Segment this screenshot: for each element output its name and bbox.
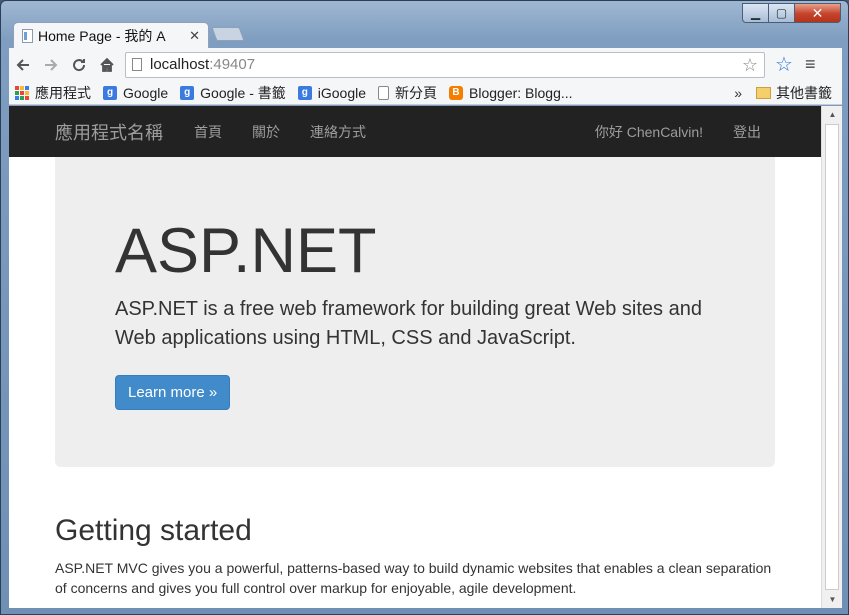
star-icon[interactable]: ☆ xyxy=(775,52,793,77)
page-icon xyxy=(22,28,33,43)
getting-started-text: ASP.NET MVC gives you a powerful, patter… xyxy=(55,560,772,596)
home-icon xyxy=(100,57,114,72)
back-button[interactable] xyxy=(9,51,37,79)
nav-link-about[interactable]: 關於 xyxy=(237,122,295,142)
home-button[interactable] xyxy=(93,51,121,79)
page-viewport: 應用程式名稱 首頁 關於 連絡方式 你好 ChenCalvin! 登出 ASP.… xyxy=(9,106,842,608)
address-bar[interactable]: localhost:49407 ☆ xyxy=(125,51,765,78)
forward-arrow-icon xyxy=(45,58,58,71)
learn-more-button[interactable]: Learn more » xyxy=(115,375,231,410)
page-icon xyxy=(378,85,390,100)
scroll-down-arrow-icon[interactable]: ▼ xyxy=(822,591,842,608)
nav-link-contact[interactable]: 連絡方式 xyxy=(295,122,381,142)
google-icon: g xyxy=(297,85,312,100)
tab-title: Home Page - 我的 A xyxy=(38,27,166,44)
menu-icon[interactable]: ≡ xyxy=(805,54,816,75)
user-greeting-link[interactable]: 你好 ChenCalvin! xyxy=(580,122,718,142)
scroll-up-arrow-icon[interactable]: ▲ xyxy=(822,106,842,123)
other-bookmarks-folder[interactable]: 其他書籤 xyxy=(756,83,832,103)
bookmark-blogger[interactable]: B Blogger: Blogg... xyxy=(449,85,573,101)
site-navbar: 應用程式名稱 首頁 關於 連絡方式 你好 ChenCalvin! 登出 xyxy=(9,106,821,157)
browser-tab[interactable]: Home Page - 我的 A ✕ xyxy=(13,22,209,48)
window-controls: ▁ ▢ ✕ xyxy=(742,3,841,23)
new-tab-button[interactable] xyxy=(211,27,245,41)
getting-started-section: Getting started ASP.NET MVC gives you a … xyxy=(55,514,775,598)
minimize-button[interactable]: ▁ xyxy=(742,3,769,23)
blogger-icon: B xyxy=(449,85,464,100)
logout-link[interactable]: 登出 xyxy=(718,122,776,142)
bookmarks-more-button[interactable]: » xyxy=(734,85,742,101)
bookmark-label: Google xyxy=(123,84,169,101)
apps-icon xyxy=(15,85,29,100)
folder-icon xyxy=(756,86,771,99)
bookmark-label: Google - 書籤 xyxy=(200,84,286,101)
jumbotron: ASP.NET ASP.NET is a free web framework … xyxy=(55,157,775,467)
bookmark-star-icon[interactable]: ☆ xyxy=(742,55,758,76)
jumbotron-lead: ASP.NET is a free web framework for buil… xyxy=(115,298,702,349)
page-icon xyxy=(132,58,142,71)
jumbotron-title: ASP.NET xyxy=(115,216,377,286)
bookmark-google-bookmarks[interactable]: g Google - 書籤 xyxy=(180,83,286,103)
reload-icon xyxy=(73,58,86,71)
google-icon: g xyxy=(180,85,195,100)
browser-toolbar: localhost:49407 ☆ ☆ ≡ xyxy=(9,48,842,81)
bookmark-label: Blogger: Blogg... xyxy=(469,84,573,101)
bookmark-apps[interactable]: 應用程式 xyxy=(15,83,91,103)
bookmark-new-tab[interactable]: 新分頁 xyxy=(378,83,437,103)
scroll-thumb[interactable] xyxy=(825,124,839,590)
maximize-button[interactable]: ▢ xyxy=(769,3,795,23)
google-icon: g xyxy=(103,85,117,100)
tab-close-icon[interactable]: ✕ xyxy=(189,28,200,44)
url-host: localhost xyxy=(150,56,210,73)
reload-button[interactable] xyxy=(65,51,93,79)
close-window-button[interactable]: ✕ xyxy=(795,3,841,23)
back-arrow-icon xyxy=(16,58,29,71)
bookmark-label: 新分頁 xyxy=(395,84,438,101)
url-port: :49407 xyxy=(209,56,256,73)
bookmark-label: iGoogle xyxy=(317,84,367,101)
browser-window: ▁ ▢ ✕ Home Page - 我的 A ✕ localhost:49407… xyxy=(0,0,849,615)
nav-link-home[interactable]: 首頁 xyxy=(179,122,237,142)
getting-started-heading: Getting started xyxy=(55,514,252,547)
navbar-brand[interactable]: 應用程式名稱 xyxy=(55,119,163,145)
vertical-scrollbar[interactable]: ▲ ▼ xyxy=(821,106,842,608)
bookmark-igoogle[interactable]: g iGoogle xyxy=(297,84,367,101)
bookmark-google[interactable]: g Google xyxy=(103,85,168,101)
other-bookmarks-label: 其他書籤 xyxy=(776,84,832,101)
navbar-right: 你好 ChenCalvin! 登出 xyxy=(580,122,776,142)
bookmark-label: 應用程式 xyxy=(35,84,91,101)
bookmarks-bar: 應用程式 g Google g Google - 書籤 g iGoogle 新分… xyxy=(9,81,842,105)
forward-button[interactable] xyxy=(37,51,65,79)
